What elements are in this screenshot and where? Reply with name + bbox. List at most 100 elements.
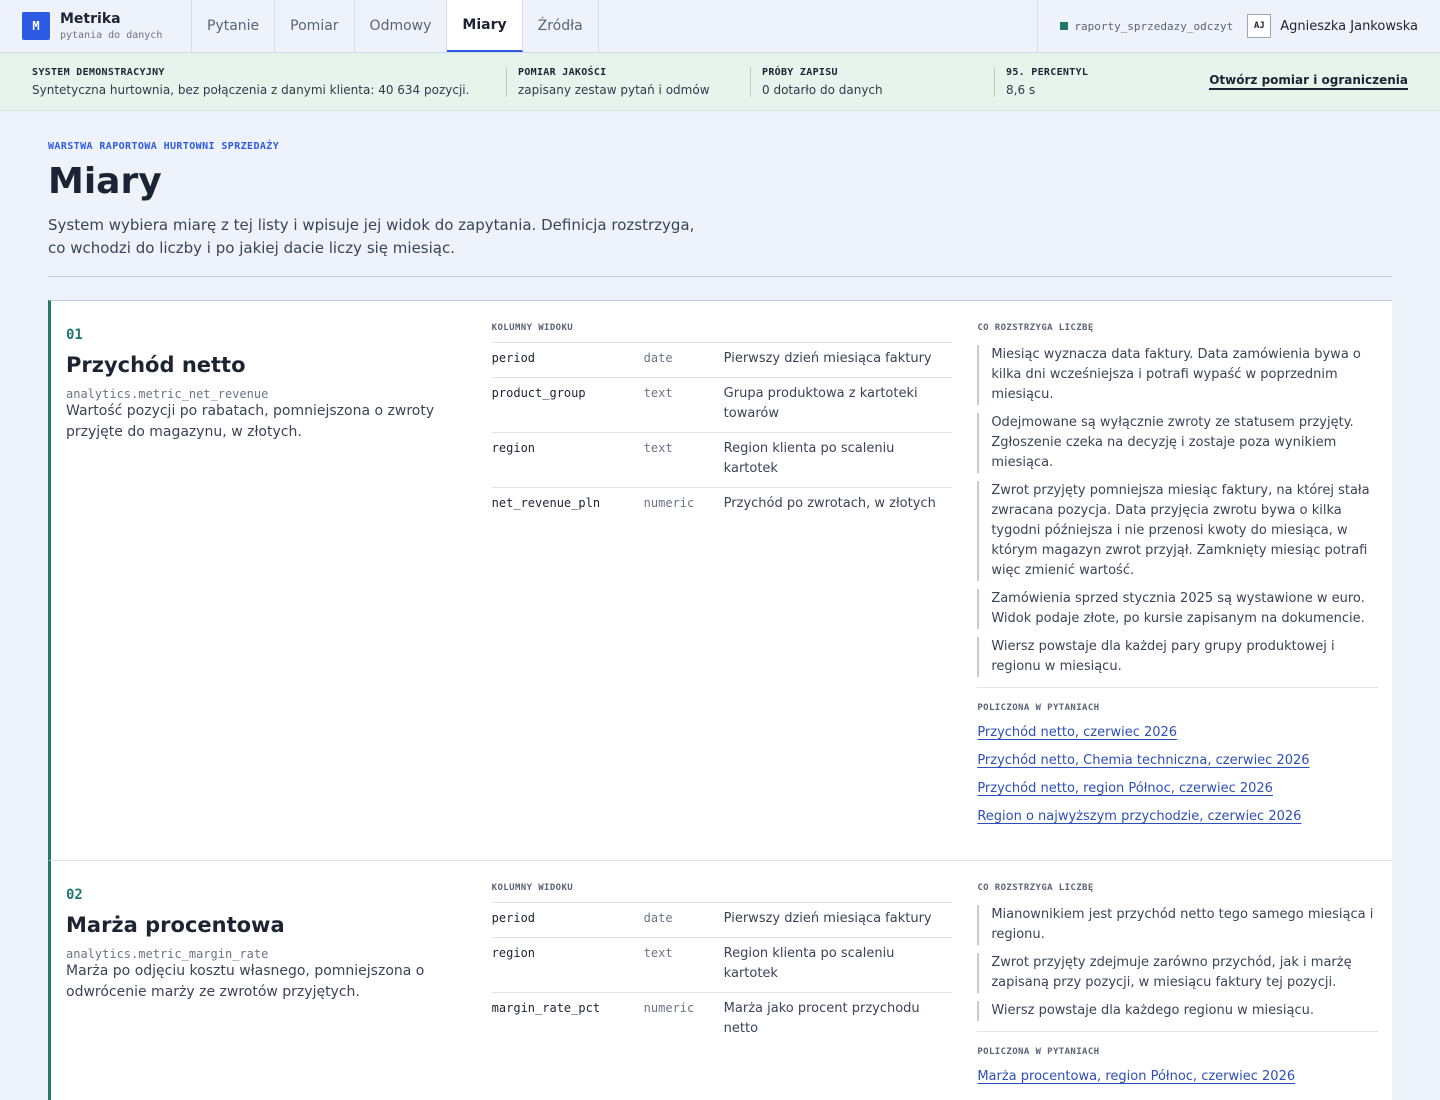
table-row: net_revenue_pln numeric Przychód po zwro… (491, 487, 953, 522)
stat-quality: POMIAR JAKOŚCI zapisany zestaw pytań i o… (506, 66, 739, 97)
brand[interactable]: M Metrika pytania do danych (0, 0, 192, 52)
table-row: product_group text Grupa produktowa z ka… (491, 377, 953, 433)
view-name: metric_net_revenue (138, 387, 269, 401)
page-description: System wybiera miarę z tej listy i wpisu… (48, 216, 695, 257)
column-description: Marża jako procent przychodu netto (723, 992, 953, 1047)
question-links: Przychód netto, czerwiec 2026 Przychód n… (977, 724, 1378, 825)
column-name: region (491, 937, 644, 993)
top-bar: M Metrika pytania do danych Pytanie Pomi… (0, 0, 1440, 53)
table-row: margin_rate_pct numeric Marża jako proce… (491, 992, 953, 1047)
stat-label: POMIAR JAKOŚCI (518, 66, 607, 78)
question-link[interactable]: Przychód netto, czerwiec 2026 (977, 724, 1378, 741)
page-eyebrow: WARSTWA RAPORTOWA HURTOWNI SPRZEDAŻY (48, 141, 280, 152)
metric-card: 01 Przychód netto analytics.metric_net_r… (48, 300, 1392, 860)
column-type: text (643, 937, 724, 993)
question-link[interactable]: Region o najwyższym przychodzie, czerwie… (977, 808, 1378, 825)
question-link[interactable]: Marża procentowa, region Północ, czerwie… (977, 1068, 1378, 1085)
status-strip: SYSTEM DEMONSTRACYJNY Syntetyczna hurtow… (0, 53, 1440, 111)
metric-view-name: analytics.metric_margin_rate (66, 947, 269, 961)
database-name: raporty_sprzedazy_odczyt (1074, 19, 1234, 33)
column-description: Pierwszy dzień miesiąca faktury (723, 342, 953, 378)
page-title: Miary (48, 161, 162, 202)
rule-item: Mianownikiem jest przychód netto tego sa… (977, 905, 1378, 945)
view-schema: analytics (66, 387, 132, 401)
metric-number: 01 (66, 327, 83, 343)
stat-system: SYSTEM DEMONSTRACYJNY Syntetyczna hurtow… (32, 67, 495, 97)
columns-table: period date Pierwszy dzień miesiąca fakt… (491, 342, 953, 522)
rules-list: Mianownikiem jest przychód netto tego sa… (977, 905, 1378, 1021)
table-row: region text Region klienta po scaleniu k… (491, 937, 953, 993)
main-content: WARSTWA RAPORTOWA HURTOWNI SPRZEDAŻY Mia… (0, 141, 1440, 1100)
asked-label: POLICZONA W PYTANIACH (977, 703, 1100, 713)
stat-value: Syntetyczna hurtownia, bez połączenia z … (32, 82, 470, 97)
column-type: date (643, 342, 724, 378)
metric-description: Wartość pozycji po rabatach, pomniejszon… (66, 403, 435, 440)
rules-label: CO ROZSTRZYGA LICZBĘ (977, 323, 1094, 333)
session-info: raporty_sprzedazy_odczyt AJ Agnieszka Ja… (1037, 0, 1440, 52)
main-nav: Pytanie Pomiar Odmowy Miary Źródła (192, 0, 599, 52)
avatar[interactable]: AJ (1247, 14, 1272, 38)
stat-label: 95. PERCENTYL (1006, 66, 1089, 78)
column-description: Przychód po zwrotach, w złotych (723, 487, 953, 522)
tab-zrodla[interactable]: Źródła (523, 0, 599, 52)
table-row: period date Pierwszy dzień miesiąca fakt… (491, 342, 953, 378)
column-name: product_group (491, 377, 644, 433)
column-type: numeric (643, 992, 724, 1047)
open-measurement-link[interactable]: Otwórz pomiar i ograniczenia (1209, 73, 1408, 90)
stat-p95: 95. PERCENTYL 8,6 s (994, 66, 1194, 97)
view-name: metric_margin_rate (138, 947, 269, 961)
metric-title: Marża procentowa (66, 913, 285, 937)
rule-item: Wiersz powstaje dla każdej pary grupy pr… (977, 637, 1378, 677)
column-name: period (491, 902, 644, 938)
rule-item: Odejmowane są wyłącznie zwroty ze status… (977, 413, 1378, 473)
tab-odmowy[interactable]: Odmowy (355, 0, 448, 52)
column-name: net_revenue_pln (491, 487, 644, 522)
columns-label: KOLUMNY WIDOKU (491, 323, 574, 333)
metric-view-name: analytics.metric_net_revenue (66, 387, 269, 401)
divider (977, 687, 1378, 688)
table-row: region text Region klienta po scaleniu k… (491, 432, 953, 488)
column-description: Pierwszy dzień miesiąca faktury (723, 902, 953, 938)
question-link[interactable]: Przychód netto, Chemia techniczna, czerw… (977, 752, 1378, 769)
tab-pomiar[interactable]: Pomiar (275, 0, 355, 52)
rule-item: Zwrot przyjęty pomniejsza miesiąc faktur… (977, 481, 1378, 581)
column-type: numeric (643, 487, 724, 522)
metric-number: 02 (66, 887, 83, 903)
column-type: date (643, 902, 724, 938)
column-name: period (491, 342, 644, 378)
column-description: Region klienta po scaleniu kartotek (723, 937, 953, 993)
divider (48, 276, 1392, 277)
column-description: Grupa produktowa z kartoteki towarów (723, 377, 953, 433)
brand-subtitle: pytania do danych (60, 30, 163, 41)
user-name[interactable]: Agnieszka Jankowska (1280, 19, 1418, 34)
rule-item: Wiersz powstaje dla każdego regionu w mi… (977, 1001, 1378, 1021)
rule-item: Zwrot przyjęty zdejmuje zarówno przychód… (977, 953, 1378, 993)
stat-value: 0 dotarło do danych (762, 82, 883, 97)
brand-logo: M (22, 12, 50, 40)
asked-label: POLICZONA W PYTANIACH (977, 1047, 1100, 1057)
divider (977, 1031, 1378, 1032)
rules-list: Miesiąc wyznacza data faktury. Data zamó… (977, 345, 1378, 677)
stat-label: SYSTEM DEMONSTRACYJNY (32, 66, 165, 78)
column-name: region (491, 432, 644, 488)
question-links: Marża procentowa, region Północ, czerwie… (977, 1068, 1378, 1085)
column-description: Region klienta po scaleniu kartotek (723, 432, 953, 488)
tab-miary[interactable]: Miary (447, 0, 523, 52)
rule-item: Miesiąc wyznacza data faktury. Data zamó… (977, 345, 1378, 405)
column-type: text (643, 377, 724, 433)
metric-description: Marża po odjęciu kosztu własnego, pomnie… (66, 963, 425, 1000)
connection-status-icon (1060, 22, 1069, 30)
table-row: period date Pierwszy dzień miesiąca fakt… (491, 902, 953, 938)
stat-value: zapisany zestaw pytań i odmów (518, 82, 710, 97)
columns-label: KOLUMNY WIDOKU (491, 883, 574, 893)
brand-name: Metrika (60, 11, 121, 27)
columns-table: period date Pierwszy dzień miesiąca fakt… (491, 902, 953, 1047)
rules-label: CO ROZSTRZYGA LICZBĘ (977, 883, 1094, 893)
column-name: margin_rate_pct (491, 992, 644, 1047)
tab-pytanie[interactable]: Pytanie (192, 0, 276, 52)
metric-title: Przychód netto (66, 353, 246, 377)
question-link[interactable]: Przychód netto, region Północ, czerwiec … (977, 780, 1378, 797)
stat-label: PRÓBY ZAPISU (762, 66, 838, 78)
column-type: text (643, 432, 724, 488)
stat-value: 8,6 s (1006, 82, 1036, 97)
